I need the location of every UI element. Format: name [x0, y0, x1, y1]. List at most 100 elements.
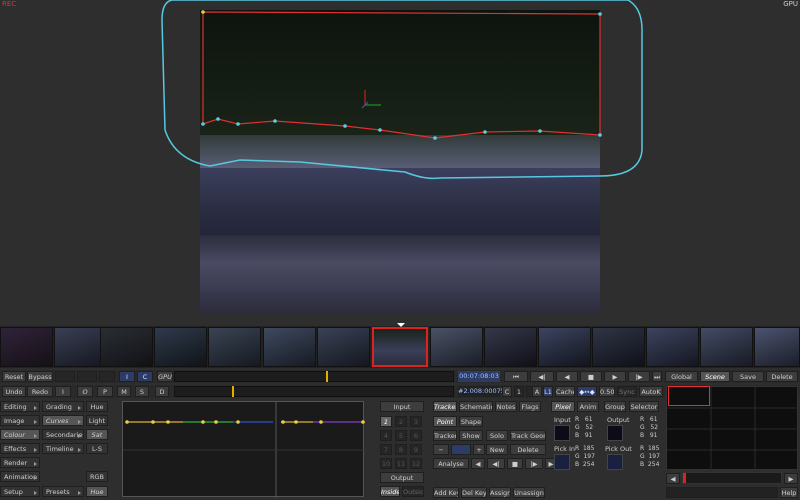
cache-button[interactable]: Cache — [555, 386, 575, 397]
menu-colour[interactable]: Colour — [0, 429, 40, 440]
new-button[interactable]: New — [486, 444, 508, 455]
slot-4[interactable]: 4 — [380, 430, 392, 441]
outside-button[interactable]: Outside — [402, 486, 424, 497]
add-key-button[interactable]: Add Key — [433, 487, 459, 498]
o-mark-button[interactable]: O — [77, 386, 93, 397]
menu-secondaries[interactable]: Secondaries — [42, 429, 84, 440]
slot-8[interactable]: 8 — [395, 444, 407, 455]
tab-pixel[interactable]: Pixel — [551, 401, 575, 412]
tool-rgb[interactable]: RGB — [86, 471, 108, 482]
redo-button[interactable]: Redo — [27, 386, 53, 397]
slot-12[interactable]: 12 — [410, 458, 422, 469]
del-key-button[interactable]: Del Key — [461, 487, 487, 498]
undo-button[interactable]: Undo — [2, 386, 26, 397]
tool-l-s[interactable]: L-S — [86, 443, 108, 454]
tab-notes[interactable]: Notes — [495, 401, 517, 412]
grid-cell-selected[interactable] — [668, 386, 710, 406]
step-back-icon[interactable]: ◀| — [530, 371, 554, 382]
analyse-button[interactable]: Analyse — [433, 458, 469, 469]
thumbnail[interactable] — [646, 327, 699, 367]
value-field[interactable] — [451, 444, 471, 455]
go-to-start-icon[interactable]: ⏮ — [504, 371, 528, 382]
tool-light[interactable]: Light — [86, 415, 108, 426]
thumbnail[interactable] — [592, 327, 645, 367]
shape-overlay[interactable] — [0, 0, 800, 330]
thumbnail[interactable] — [700, 327, 753, 367]
c-button[interactable]: C — [502, 386, 512, 397]
slot-10[interactable]: 10 — [380, 458, 392, 469]
d-button[interactable]: D — [155, 386, 169, 397]
tab-selector[interactable]: Selector — [629, 401, 659, 412]
m-button[interactable]: M — [117, 386, 131, 397]
frame-number-display[interactable]: #2.008:00075 — [458, 386, 505, 397]
tab-tracker[interactable]: Tracker — [433, 401, 457, 412]
thumbnail[interactable] — [100, 327, 153, 367]
a-button[interactable]: A — [532, 386, 542, 397]
tracker-button[interactable]: Tracker — [433, 430, 457, 441]
thumbnail[interactable] — [0, 327, 53, 367]
transform-gizmo-icon[interactable] — [361, 90, 381, 109]
inner-roto-shape[interactable] — [202, 11, 601, 139]
slot-2[interactable]: 2 — [395, 416, 407, 427]
loop-icon[interactable]: ◆↔◆ — [577, 386, 597, 397]
track-back-icon[interactable]: ◀ — [471, 458, 485, 469]
thumbnail[interactable] — [538, 327, 591, 367]
thumbnail-selected[interactable] — [372, 327, 428, 367]
blank-button[interactable] — [55, 371, 75, 382]
stop-icon[interactable]: ■ — [580, 371, 602, 382]
bypass-button[interactable]: Bypass — [27, 371, 53, 382]
help-button[interactable]: Help — [780, 487, 798, 498]
one-button[interactable]: 1 — [514, 386, 524, 397]
menu-grading[interactable]: Grading — [42, 401, 84, 412]
thumbnail[interactable] — [754, 327, 800, 367]
output-button[interactable]: Output — [380, 472, 424, 483]
tool-sat[interactable]: Sat — [86, 429, 108, 440]
p-button[interactable]: P — [97, 386, 113, 397]
play-icon[interactable]: ▶ — [604, 371, 626, 382]
pick-out-swatch[interactable] — [607, 454, 623, 470]
track-stop-icon[interactable]: ■ — [507, 458, 523, 469]
s-button[interactable]: S — [135, 386, 149, 397]
blank-button[interactable] — [99, 371, 115, 382]
slot-1[interactable]: 1 — [380, 416, 392, 427]
input-button[interactable]: Input — [380, 401, 424, 412]
plus-icon[interactable]: + — [473, 444, 485, 455]
grid-scroll-left-icon[interactable]: ◀ — [666, 473, 680, 484]
unassign-button[interactable]: Unassign — [513, 487, 545, 498]
slot-3[interactable]: 3 — [410, 416, 422, 427]
slot-7[interactable]: 7 — [380, 444, 392, 455]
i-mark-button[interactable]: I — [55, 386, 71, 397]
menu-render[interactable]: Render — [0, 457, 40, 468]
delete-button[interactable]: Delete — [766, 371, 798, 382]
track-step-forward-icon[interactable]: |▶ — [525, 458, 543, 469]
l1-button[interactable]: L1 — [543, 386, 553, 397]
grid-scroll-right-icon[interactable]: ▶ — [784, 473, 798, 484]
tool-hue[interactable]: Hue — [86, 401, 108, 412]
menu-presets[interactable]: Presets — [42, 486, 84, 497]
timeline-scrubber[interactable] — [174, 371, 454, 382]
menu-curves[interactable]: Curves — [42, 415, 84, 426]
play-reverse-icon[interactable]: ◀ — [556, 371, 578, 382]
scene-button[interactable]: Scene — [700, 371, 730, 382]
autok-button[interactable]: AutoK — [639, 386, 663, 397]
c-button[interactable]: C — [137, 371, 153, 382]
grid-scroll-thumb[interactable] — [683, 473, 686, 483]
shape-points[interactable] — [201, 10, 602, 140]
slot-5[interactable]: 5 — [395, 430, 407, 441]
menu-setup[interactable]: Setup — [0, 486, 40, 497]
track-step-back-icon[interactable]: ◀| — [487, 458, 505, 469]
track-geom-button[interactable]: Track Geom — [510, 430, 546, 441]
thumbnail[interactable] — [263, 327, 316, 367]
thumbnail[interactable] — [154, 327, 207, 367]
tab-flags[interactable]: Flags — [519, 401, 541, 412]
minus-icon[interactable]: − — [433, 444, 449, 455]
tab-schematic[interactable]: Schematic — [459, 401, 493, 412]
delete-track-button[interactable]: Delete — [510, 444, 546, 455]
timecode-display[interactable]: 00:07:08:03 — [458, 371, 500, 382]
thumbnail[interactable] — [208, 327, 261, 367]
show-button[interactable]: Show — [459, 430, 483, 441]
shape-button[interactable]: Shape — [459, 416, 483, 427]
blank-button[interactable] — [77, 371, 97, 382]
thumbnail[interactable] — [484, 327, 537, 367]
gpu-toggle[interactable]: GPU — [157, 371, 173, 382]
